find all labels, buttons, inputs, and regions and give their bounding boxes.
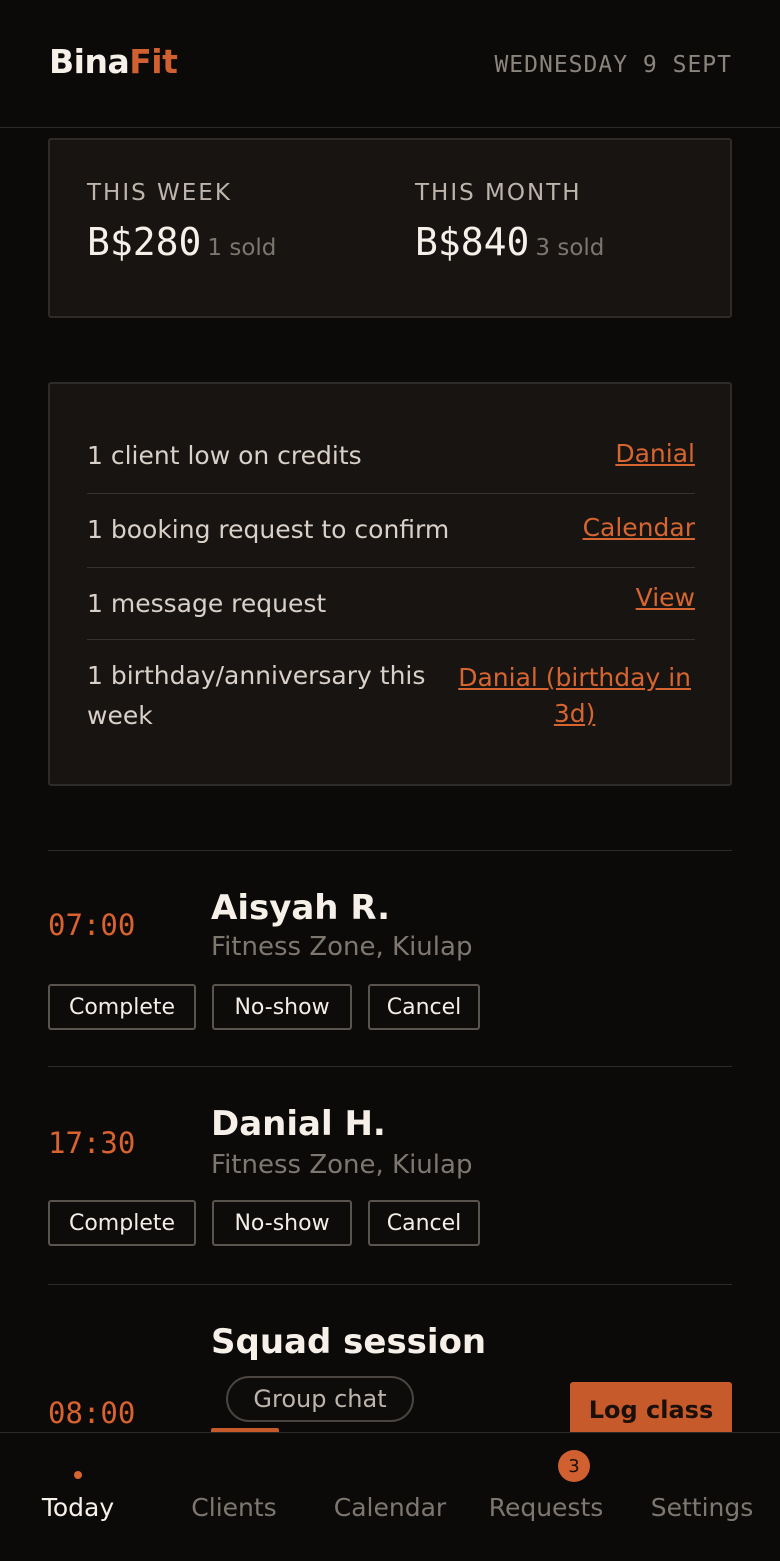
no-show-button[interactable]: No-show [212, 1200, 352, 1246]
session-venue: Fitness Zone, Kiulap [211, 932, 473, 962]
nav-label: Clients [191, 1493, 277, 1522]
brand-name-part1: Bina [49, 42, 130, 81]
stat-week-sold: 1 sold [207, 235, 277, 261]
nav-label: Requests [488, 1493, 604, 1522]
stat-week-amount: B$280 [87, 220, 202, 264]
alerts-card: 1 client low on credits Danial 1 booking… [48, 382, 732, 786]
no-show-button[interactable]: No-show [212, 984, 352, 1030]
session-client-name[interactable]: Danial H. [211, 1104, 386, 1144]
cancel-button[interactable]: Cancel [368, 984, 480, 1030]
alert-link-danial[interactable]: Danial [615, 438, 695, 470]
nav-item-requests[interactable]: Requests [468, 1433, 624, 1561]
nav-label: Settings [650, 1493, 754, 1522]
bottom-nav: Today Clients Calendar Requests Settings… [0, 1432, 780, 1560]
session-row: 17:30 Danial H. Fitness Zone, Kiulap Com… [48, 1100, 732, 1250]
alert-link-calendar[interactable]: Calendar [583, 512, 695, 544]
app-header: BinaFit WEDNESDAY 9 SEPT [0, 0, 780, 128]
alert-text: 1 message request [87, 589, 327, 618]
current-date: WEDNESDAY 9 SEPT [494, 52, 732, 78]
stat-week-label: THIS WEEK [87, 180, 232, 206]
alert-text-line1: 1 birthday/anniversary this [87, 661, 426, 690]
alert-text-line2: week [87, 701, 153, 730]
alert-link-view[interactable]: View [636, 582, 695, 614]
alert-text: 1 birthday/anniversary this week [87, 656, 425, 736]
alert-booking-request: 1 booking request to confirm Calendar [87, 494, 695, 568]
nav-item-calendar[interactable]: Calendar [312, 1433, 468, 1561]
divider [48, 1066, 732, 1067]
session-time: 17:30 [48, 1126, 136, 1160]
nav-label: Today [41, 1493, 115, 1522]
complete-button[interactable]: Complete [48, 984, 196, 1030]
session-client-name[interactable]: Squad session [211, 1322, 486, 1362]
cancel-button[interactable]: Cancel [368, 1200, 480, 1246]
stat-month-label: THIS MONTH [415, 180, 582, 206]
brand-logo[interactable]: BinaFit [49, 42, 178, 81]
alert-message-request: 1 message request View [87, 568, 695, 640]
session-client-name[interactable]: Aisyah R. [211, 888, 390, 928]
group-chat-button[interactable]: Group chat [226, 1376, 414, 1422]
divider [48, 850, 732, 851]
log-class-button[interactable]: Log class [570, 1382, 732, 1438]
session-time: 08:00 [48, 1396, 136, 1430]
nav-item-settings[interactable]: Settings [624, 1433, 780, 1561]
brand-name-part2: Fit [129, 42, 178, 81]
active-dot-icon [74, 1471, 82, 1479]
alert-text: 1 client low on credits [87, 441, 362, 470]
sales-summary-card: THIS WEEK B$280 1 sold THIS MONTH B$840 3 … [48, 138, 732, 318]
divider [48, 1284, 732, 1285]
requests-count-badge: 3 [558, 1450, 590, 1482]
session-venue: Fitness Zone, Kiulap [211, 1150, 473, 1180]
alert-low-credits: 1 client low on credits Danial [87, 420, 695, 494]
stat-month-amount: B$840 [415, 220, 530, 264]
session-row: 07:00 Aisyah R. Fitness Zone, Kiulap Com… [48, 884, 732, 1034]
alert-link-line2: 3d) [553, 699, 596, 728]
stat-this-week: THIS WEEK B$280 1 sold [87, 180, 276, 264]
alert-link-danial-birthday[interactable]: Danial (birthday in 3d) [458, 660, 691, 732]
nav-item-today[interactable]: Today [0, 1433, 156, 1561]
stat-this-month: THIS MONTH B$840 3 sold [415, 180, 604, 264]
nav-label: Calendar [333, 1493, 447, 1522]
alert-link-line1: Danial (birthday in [458, 663, 691, 692]
complete-button[interactable]: Complete [48, 1200, 196, 1246]
alert-birthday: 1 birthday/anniversary this week Danial … [87, 640, 695, 750]
session-time: 07:00 [48, 908, 136, 942]
alert-text: 1 booking request to confirm [87, 515, 450, 544]
nav-item-clients[interactable]: Clients [156, 1433, 312, 1561]
stat-month-sold: 3 sold [535, 235, 605, 261]
